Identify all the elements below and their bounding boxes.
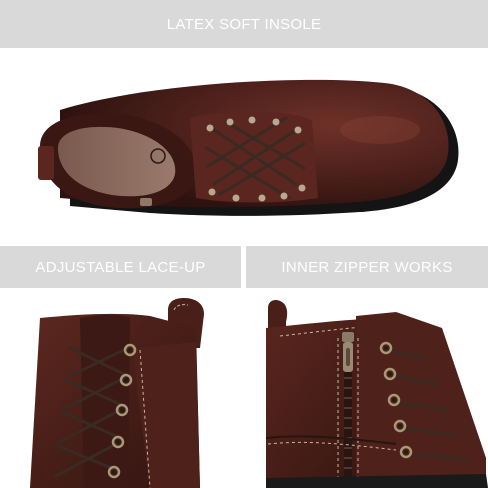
boot-lace-closeup-photo xyxy=(0,288,241,488)
feature-label-lace-up: ADJUSTABLE LACE-UP xyxy=(35,258,206,276)
boot-top-view-photo: ν xyxy=(0,48,488,246)
svg-text:ν: ν xyxy=(172,149,180,166)
boot-top-view-illustration: ν xyxy=(38,79,459,216)
feature-banner-lace-up: ADJUSTABLE LACE-UP xyxy=(0,246,241,288)
feature-label-zipper: INNER ZIPPER WORKS xyxy=(281,258,453,276)
boot-lace-closeup-illustration xyxy=(30,298,204,488)
feature-banner-zipper: INNER ZIPPER WORKS xyxy=(246,246,488,288)
boot-zipper-closeup-illustration xyxy=(265,300,488,488)
feature-banner-insole: LATEX SOFT INSOLE xyxy=(0,0,488,48)
boot-zipper-closeup-photo xyxy=(246,288,488,488)
feature-label-insole: LATEX SOFT INSOLE xyxy=(166,15,322,33)
product-feature-collage: LATEX SOFT INSOLE ν ADJUSTABLE LACE-UP I… xyxy=(0,0,488,488)
